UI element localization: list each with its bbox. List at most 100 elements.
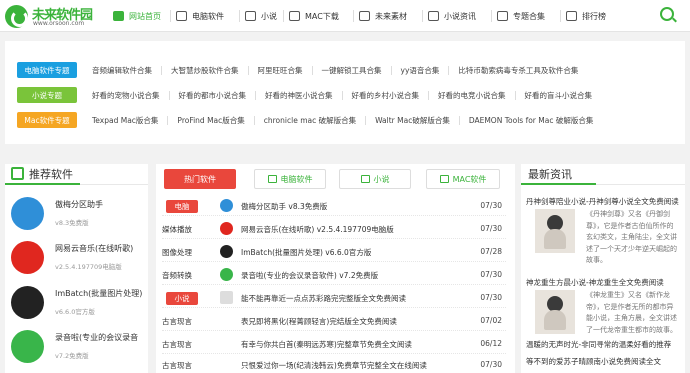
table-row[interactable]: 图像处理 ImBatch(批量图片处理) v6.6.0官方版 07/28 — [162, 242, 506, 262]
nav-item-pc-software[interactable]: 电脑软件 — [176, 0, 224, 32]
topic-link[interactable]: 好看的神医小说合集 — [256, 90, 343, 100]
table-row[interactable]: 电脑 傲梅分区助手 v8.3免费版 07/30 — [162, 196, 506, 216]
nav-divider — [170, 10, 171, 22]
mac-icon — [439, 175, 449, 183]
nav-item-mac-download[interactable]: MAC下载 — [289, 0, 339, 32]
search-icon[interactable] — [660, 7, 674, 21]
category-label[interactable]: 图像处理 — [162, 246, 200, 259]
figure-body — [544, 229, 566, 249]
news-headline[interactable]: 丹神剑尊陪业小说-丹神剑尊小说全文免费阅读 — [526, 196, 680, 207]
news-link[interactable]: 等不到的爱苏子晴顾南小说免费阅读全文 — [526, 356, 680, 367]
nav-label: 电脑软件 — [192, 11, 224, 21]
row-title[interactable]: 傲梅分区助手 v8.3免费版 — [241, 201, 471, 212]
app-name[interactable]: 傲梅分区助手 — [55, 199, 103, 210]
row-date: 07/02 — [480, 316, 502, 325]
row-title[interactable]: 只恨爱过你一场(纪清浅韩云)免费章节完整全文在线阅读 — [241, 360, 471, 371]
recorder-icon — [11, 330, 44, 363]
topic-link[interactable]: 好看的盲斗小说合集 — [516, 91, 602, 100]
image-icon — [359, 11, 370, 21]
topic-link[interactable]: 阿里旺旺合集 — [249, 65, 313, 75]
category-label[interactable]: 音频转换 — [162, 269, 200, 282]
nav-item-home[interactable]: 网站首页 — [113, 0, 161, 32]
nav-divider — [353, 10, 354, 22]
nav-item-materials[interactable]: 未来素材 — [359, 0, 407, 32]
table-row[interactable]: 音频转换 录音啦(专业的会议录音软件) v7.2免费版 07/30 — [162, 265, 506, 285]
nav-divider — [491, 10, 492, 22]
topic-link[interactable]: Waltr Mac破解版合集 — [366, 115, 460, 125]
nav-item-ranking[interactable]: 排行榜 — [566, 0, 606, 32]
app-item[interactable]: ImBatch(批量图片处理) v6.6.0官方版 — [11, 286, 143, 331]
partition-assistant-icon — [11, 197, 44, 230]
row-title[interactable]: 能不能再靠近一点点苏彩路完完整版全文免费阅读 — [241, 293, 471, 304]
site-logo[interactable]: 未来软件园 www.orsoon.com — [5, 3, 105, 30]
hot-software-panel: 热门软件 电脑软件 小说 MAC软件 电脑 傲梅分区助手 v8.3免费版 07/… — [156, 164, 515, 373]
category-badge[interactable]: 电脑 — [166, 200, 198, 213]
category-badge[interactable]: 小说 — [166, 292, 198, 305]
topic-tag[interactable]: 电脑软件专题 — [17, 62, 77, 78]
news-thumbnail[interactable] — [535, 209, 575, 253]
topic-tag[interactable]: Mac软件专题 — [17, 112, 77, 128]
recorder-icon — [220, 268, 233, 281]
netease-music-icon — [11, 241, 44, 274]
nav-label: 小说 — [261, 11, 277, 21]
app-item[interactable]: 录音啦(专业的会议录音 v7.2免费版 — [11, 330, 143, 373]
category-label[interactable]: 媒体播放 — [162, 223, 200, 236]
app-name[interactable]: ImBatch(批量图片处理) — [55, 288, 142, 299]
topic-link[interactable]: 音频编辑软件合集 — [83, 65, 162, 75]
table-row[interactable]: 古言现言 表兄即将黑化(程菁顾轻言)完结版全文免费阅读 07/02 — [162, 311, 506, 331]
table-row[interactable]: 媒体播放 网易云音乐(在线听歌) v2.5.4.197709电脑版 07/30 — [162, 219, 506, 239]
topic-link[interactable]: 好看的电竞小说合集 — [429, 90, 516, 100]
category-label[interactable]: 古言现言 — [162, 315, 200, 328]
table-row[interactable]: 小说 能不能再靠近一点点苏彩路完完整版全文免费阅读 07/30 — [162, 288, 506, 308]
table-row[interactable]: 古言现言 只恨爱过你一场(纪清浅韩云)免费章节完整全文在线阅读 07/30 — [162, 355, 506, 373]
tab-label: 电脑软件 — [280, 174, 313, 184]
app-item[interactable]: 傲梅分区助手 v8.3免费版 — [11, 197, 143, 242]
topic-link[interactable]: 好看的都市小说合集 — [170, 90, 256, 100]
category-label[interactable]: 古言现言 — [162, 338, 200, 351]
book-cover-icon — [220, 291, 233, 304]
topic-link[interactable]: 大智慧炒股软件合集 — [162, 65, 249, 75]
topic-link[interactable]: 一键解锁工具合集 — [313, 65, 392, 75]
news-thumbnail[interactable] — [535, 290, 575, 334]
row-date: 07/30 — [480, 224, 502, 233]
topic-tag[interactable]: 小说专题 — [17, 87, 77, 103]
chart-icon — [566, 11, 577, 21]
nav-label: 专题合集 — [513, 11, 545, 21]
tab-mac-software[interactable]: MAC软件 — [426, 169, 500, 189]
figure-body — [544, 310, 566, 330]
topic-link[interactable]: DAEMON Tools for Mac 破解版合集 — [460, 116, 603, 125]
nav-item-novel[interactable]: 小说 — [245, 0, 277, 32]
tab-hot-software[interactable]: 热门软件 — [164, 169, 236, 189]
book-icon — [428, 11, 439, 21]
nav-item-topics[interactable]: 专题合集 — [497, 0, 545, 32]
tab-label: 小说 — [373, 174, 390, 184]
app-item[interactable]: 网易云音乐(在线听歌) v2.5.4.197709电脑版 — [11, 241, 143, 286]
news-headline[interactable]: 神龙重生方晨小说-神龙重生全文免费阅读 — [526, 277, 680, 288]
app-version: v7.2免费版 — [55, 352, 89, 360]
row-title[interactable]: 网易云音乐(在线听歌) v2.5.4.197709电脑版 — [241, 224, 471, 235]
app-name[interactable]: 录音啦(专业的会议录音 — [55, 332, 138, 343]
panel-title: 推荐软件 — [29, 168, 73, 181]
nav-item-novel-news[interactable]: 小说资讯 — [428, 0, 476, 32]
app-name[interactable]: 网易云音乐(在线听歌) — [55, 243, 133, 254]
topic-link[interactable]: 好看的宠物小说合集 — [83, 90, 170, 100]
topic-link[interactable]: chronicle mac 破解版合集 — [255, 115, 367, 125]
topic-link[interactable]: ProFind Mac版合集 — [168, 115, 255, 125]
topic-link[interactable]: 好看的乡村小说合集 — [343, 90, 429, 100]
topic-link[interactable]: Texpad Mac版合集 — [83, 115, 169, 125]
row-title[interactable]: 录音啦(专业的会议录音软件) v7.2免费版 — [241, 270, 471, 281]
row-title[interactable]: 有幸与你共白首(秦明远苏寒)完整章节免费全文阅读 — [241, 339, 471, 350]
tab-pc-software[interactable]: 电脑软件 — [254, 169, 326, 189]
row-title[interactable]: ImBatch(批量图片处理) v6.6.0官方版 — [241, 247, 471, 258]
thumbs-up-icon — [11, 167, 24, 180]
row-title[interactable]: 表兄即将黑化(程菁顾轻言)完结版全文免费阅读 — [241, 316, 471, 327]
topic-link[interactable]: yy语音合集 — [392, 65, 450, 75]
category-label[interactable]: 古言现言 — [162, 359, 200, 372]
pencil-icon — [360, 175, 370, 183]
tab-novel[interactable]: 小说 — [339, 169, 411, 189]
topic-link[interactable]: 比特币勒索病毒专杀工具及软件合集 — [449, 66, 587, 75]
table-row[interactable]: 古言现言 有幸与你共白首(秦明远苏寒)完整章节免费全文阅读 06/12 — [162, 334, 506, 354]
news-link[interactable]: 温暖的无声时光-非同寻常的温柔好看的推荐 — [526, 339, 680, 350]
nav-divider — [239, 10, 240, 22]
topic-section: 电脑软件专题 音频编辑软件合集 大智慧炒股软件合集 阿里旺旺合集 一键解锁工具合… — [5, 41, 685, 144]
